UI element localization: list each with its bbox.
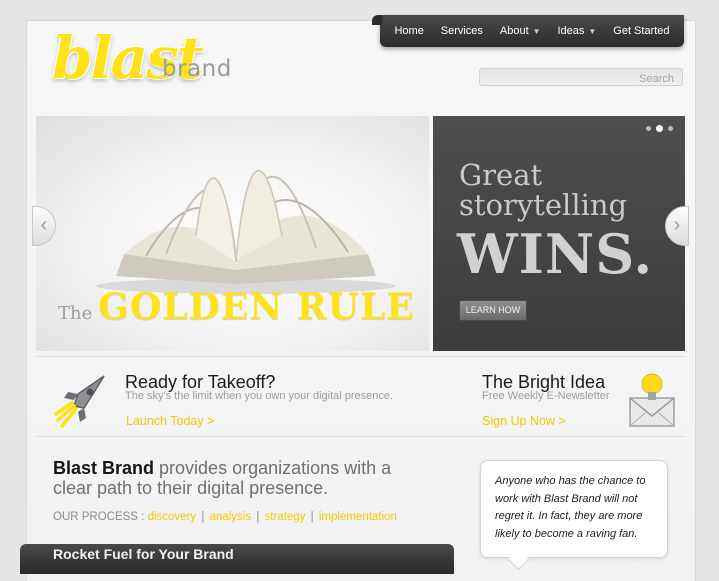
nav-label: Home [394, 25, 424, 37]
process-step-discovery[interactable]: discovery [148, 511, 197, 523]
process-line: OUR PROCESS : discovery | analysis | str… [53, 511, 397, 523]
process-step-analysis[interactable]: analysis [210, 511, 252, 523]
golden-rule-the: The [58, 303, 93, 324]
sign-up-link[interactable]: Sign Up Now > [482, 414, 566, 428]
nav-item-home[interactable]: Home [394, 25, 423, 37]
bright-idea-subtitle: Free Weekly E-Newsletter [482, 390, 610, 402]
nav-item-get-started[interactable]: Get Started [613, 25, 669, 37]
nav-label: Get Started [613, 25, 670, 37]
process-step-implementation[interactable]: implementation [319, 511, 397, 523]
slider-dot[interactable] [646, 126, 651, 131]
takeoff-subtitle: The sky's the limit when you own your di… [125, 390, 394, 402]
storytelling-line-1: Great [459, 158, 543, 192]
chevron-down-icon: ▼ [588, 27, 597, 36]
process-label: OUR PROCESS : [53, 511, 148, 523]
storytelling-wins: WINS. [457, 222, 654, 286]
learn-how-button[interactable]: LEARN HOW [459, 300, 527, 321]
main-nav: Home Services About ▼ Ideas ▼ Get Started [372, 15, 684, 47]
lightbulb-envelope-icon [629, 373, 675, 427]
chevron-down-icon: ▼ [532, 27, 541, 36]
slider-dot-active[interactable] [656, 125, 663, 132]
divider [36, 356, 685, 357]
about-brand-name: Blast Brand [53, 458, 155, 478]
nav-item-about[interactable]: About ▼ [500, 25, 541, 37]
logo-brand-text: brand [162, 56, 232, 82]
process-separator: | [201, 511, 205, 523]
divider [36, 436, 685, 437]
slide-golden-rule[interactable]: The GOLDEN RULE [36, 116, 429, 351]
logo[interactable]: blast brand [52, 24, 252, 104]
search-input[interactable] [480, 71, 682, 87]
storytelling-line-2: storytelling [459, 188, 628, 222]
slider-dot[interactable] [668, 126, 673, 131]
rocket-fuel-bar: Rocket Fuel for Your Brand [20, 544, 454, 574]
nav-item-ideas[interactable]: Ideas ▼ [557, 25, 596, 37]
about-text: Blast Brand provides organizations with … [53, 458, 413, 498]
nav-label: Ideas [557, 25, 585, 37]
testimonial-bubble: Anyone who has the chance to work with B… [480, 460, 668, 558]
search-box [479, 68, 683, 87]
slider-dots [646, 125, 673, 132]
nav-label: About [499, 25, 529, 37]
open-book-image [96, 169, 396, 294]
process-separator: | [310, 511, 314, 523]
nav-item-services[interactable]: Services [441, 25, 483, 37]
golden-rule-heading: The GOLDEN RULE [58, 286, 415, 328]
slide-storytelling[interactable]: Great storytelling WINS. LEARN HOW [433, 116, 685, 351]
process-step-strategy[interactable]: strategy [265, 511, 306, 523]
nav-label: Services [440, 25, 483, 37]
process-separator: | [256, 511, 260, 523]
launch-today-link[interactable]: Launch Today > [126, 414, 214, 428]
testimonial-text: Anyone who has the chance to work with B… [495, 475, 646, 540]
rocket-icon [54, 375, 105, 428]
hero-slider: The GOLDEN RULE Great storytelling WINS. … [32, 116, 689, 351]
golden-rule-text: GOLDEN RULE [98, 286, 415, 328]
